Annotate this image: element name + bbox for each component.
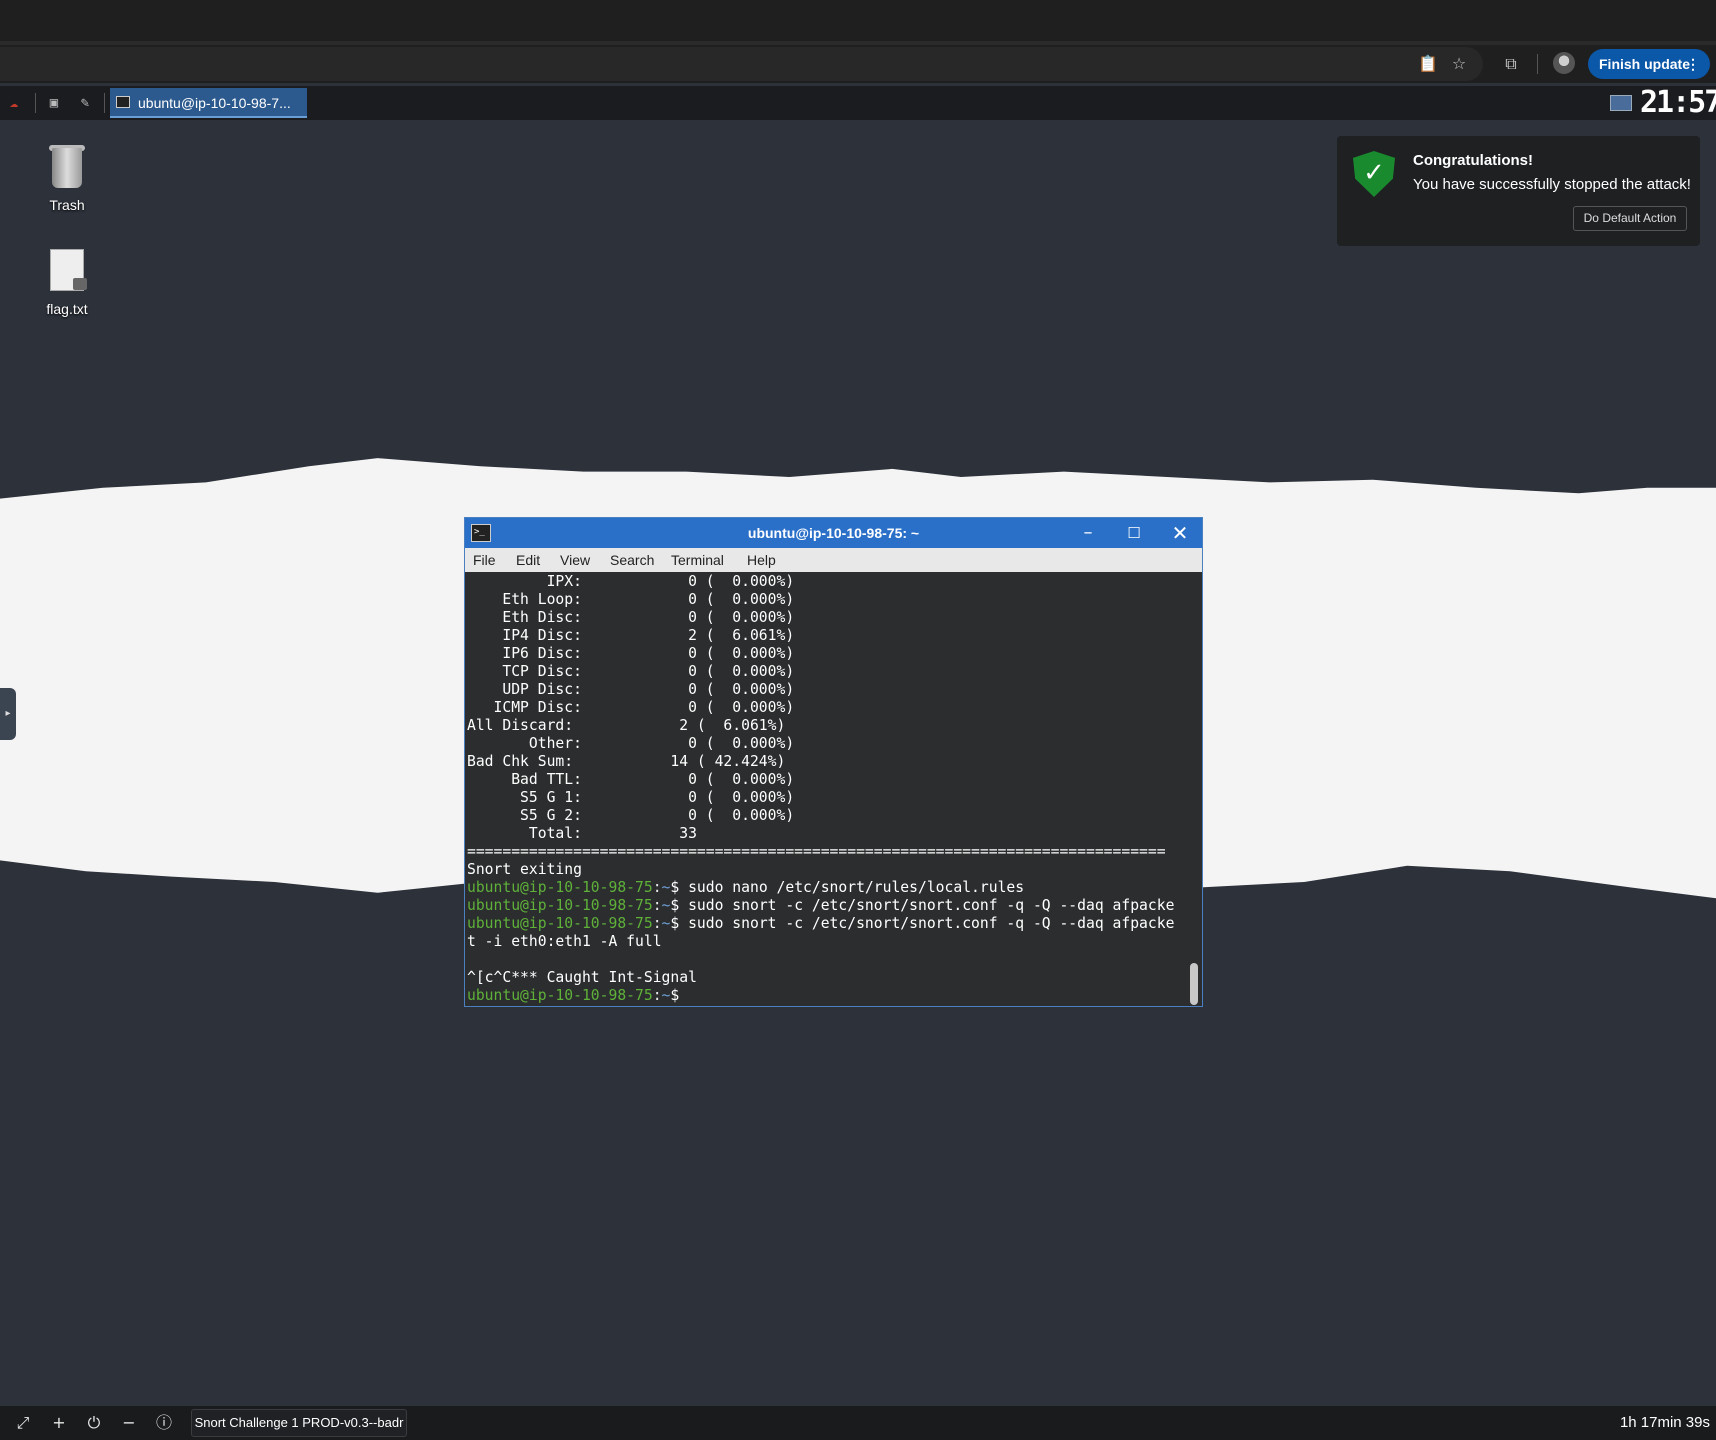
clipboard-icon[interactable]: 📋 (1416, 52, 1440, 76)
profile-avatar-icon[interactable] (1553, 52, 1575, 74)
prompt-colon: : (652, 879, 662, 896)
separator-line: ========================================… (467, 843, 1166, 860)
command-line: ubuntu@ip-10-10-98-75:~$ (467, 987, 688, 1005)
network-icon[interactable] (1610, 95, 1632, 111)
command-line: ubuntu@ip-10-10-98-75:~$ sudo nano /etc/… (467, 879, 1024, 897)
maximize-button[interactable]: ☐ (1111, 518, 1157, 548)
power-icon[interactable]: ⏻ (83, 1412, 105, 1434)
bookmark-star-icon[interactable]: ☆ (1447, 52, 1471, 76)
panel-separator (35, 93, 36, 113)
prompt-user: ubuntu@ip-10-10-98-75 (467, 897, 653, 914)
trash-icon[interactable] (52, 148, 82, 188)
menu-file[interactable]: File (471, 551, 498, 569)
fullscreen-icon[interactable]: ⤢ (12, 1412, 34, 1434)
prompt-dollar: $ (670, 987, 680, 1004)
stat-line: Total: 33 (467, 825, 697, 842)
command-text: sudo snort -c /etc/snort/snort.conf -q -… (679, 897, 1175, 914)
menu-terminal[interactable]: Terminal (669, 551, 726, 569)
taskbar-terminal-window[interactable]: ubuntu@ip-10-10-98-7... (110, 88, 307, 118)
stat-line: Eth Disc: 0 ( 0.000%) (467, 609, 795, 626)
stat-line: IP4 Disc: 2 ( 6.061%) (467, 627, 795, 644)
trash-label[interactable]: Trash (17, 197, 117, 213)
prompt-dollar: $ (670, 897, 680, 914)
command-line: ubuntu@ip-10-10-98-75:~$ sudo snort -c /… (467, 897, 1174, 915)
stat-line: TCP Disc: 0 ( 0.000%) (467, 663, 795, 680)
terminal-launcher-icon[interactable]: ▣ (44, 93, 64, 113)
panel-separator (104, 93, 105, 113)
finish-update-label: Finish update (1599, 56, 1690, 72)
command-text: sudo snort -c /etc/snort/snort.conf -q -… (679, 915, 1175, 932)
prompt-dollar: $ (670, 915, 680, 932)
info-icon[interactable]: ⓘ (153, 1412, 175, 1434)
browser-tab-strip (0, 0, 1716, 41)
menu-help[interactable]: Help (745, 551, 778, 569)
wrapped-command-line: t -i eth0:eth1 -A full (467, 933, 662, 950)
terminal-window-icon (116, 96, 130, 108)
menu-search[interactable]: Search (608, 551, 656, 569)
stat-line: All Discard: 2 ( 6.061%) (467, 717, 786, 734)
stat-line: S5 G 2: 0 ( 0.000%) (467, 807, 795, 824)
panel-clock[interactable]: 21:57 (1640, 88, 1716, 118)
terminal-output[interactable]: IPX: 0 ( 0.000%) Eth Loop: 0 ( 0.000%) E… (466, 573, 1187, 1006)
prompt-colon: : (652, 915, 662, 932)
menu-edit[interactable]: Edit (514, 551, 542, 569)
menu-view[interactable]: View (558, 551, 592, 569)
stat-line: UDP Disc: 0 ( 0.000%) (467, 681, 795, 698)
session-label[interactable]: Snort Challenge 1 PROD-v0.3--badr (191, 1409, 407, 1437)
text-editor-launcher-icon[interactable]: ✎ (75, 93, 95, 113)
terminal-scrollbar-thumb[interactable] (1190, 963, 1198, 1005)
minus-icon[interactable]: − (118, 1412, 140, 1434)
session-timer: 1h 17min 39s (1619, 1414, 1710, 1431)
stat-line: Bad Chk Sum: 14 ( 42.424%) (467, 753, 786, 770)
close-button[interactable]: ✕ (1157, 518, 1203, 548)
stat-line: Other: 0 ( 0.000%) (467, 735, 795, 752)
stat-line: IP6 Disc: 0 ( 0.000%) (467, 645, 795, 662)
address-bar[interactable] (0, 47, 1483, 81)
prompt-user: ubuntu@ip-10-10-98-75 (467, 879, 653, 896)
cast-search-icon[interactable]: ⧉ (1499, 52, 1523, 76)
toolbar-separator (1537, 54, 1538, 74)
minimize-button[interactable]: – (1065, 518, 1111, 548)
stat-line: IPX: 0 ( 0.000%) (467, 573, 795, 590)
stat-line: Bad TTL: 0 ( 0.000%) (467, 771, 795, 788)
taskbar-terminal-label: ubuntu@ip-10-10-98-7... (138, 95, 291, 111)
terminal-menubar: File Edit View Search Terminal Help (465, 548, 1202, 572)
finish-update-button[interactable]: Finish update ⋮ (1588, 49, 1710, 79)
prompt-dollar: $ (670, 879, 680, 896)
prompt-colon: : (652, 897, 662, 914)
notification-body: You have successfully stopped the attack… (1413, 176, 1691, 193)
command-line: ubuntu@ip-10-10-98-75:~$ sudo snort -c /… (467, 915, 1174, 933)
signal-line: ^[c^C*** Caught Int-Signal (467, 969, 697, 986)
stat-line: ICMP Disc: 0 ( 0.000%) (467, 699, 795, 716)
side-panel-handle[interactable]: ▸ (0, 688, 16, 740)
notification-title: Congratulations! (1413, 152, 1533, 169)
exit-line: Snort exiting (467, 861, 582, 878)
prompt-user: ubuntu@ip-10-10-98-75 (467, 987, 653, 1004)
command-text: sudo nano /etc/snort/rules/local.rules (679, 879, 1025, 896)
add-icon[interactable]: + (48, 1412, 70, 1434)
cursor-space (679, 987, 688, 1004)
more-menu-icon: ⋮ (1686, 56, 1700, 72)
flag-file-label[interactable]: flag.txt (17, 301, 117, 317)
stat-line: S5 G 1: 0 ( 0.000%) (467, 789, 795, 806)
terminal-scrollbar[interactable] (1187, 573, 1201, 1006)
lock-icon (73, 278, 87, 290)
stat-line: Eth Loop: 0 ( 0.000%) (467, 591, 795, 608)
terminal-app-icon[interactable]: >_ (471, 524, 491, 542)
app-menu-icon[interactable]: ☁ (4, 93, 24, 113)
do-default-action-button[interactable]: Do Default Action (1573, 206, 1687, 231)
prompt-user: ubuntu@ip-10-10-98-75 (467, 915, 653, 932)
prompt-colon: : (652, 987, 662, 1004)
terminal-window: ubuntu@ip-10-10-98-75: ~ >_ – ☐ ✕ File E… (464, 517, 1203, 1007)
